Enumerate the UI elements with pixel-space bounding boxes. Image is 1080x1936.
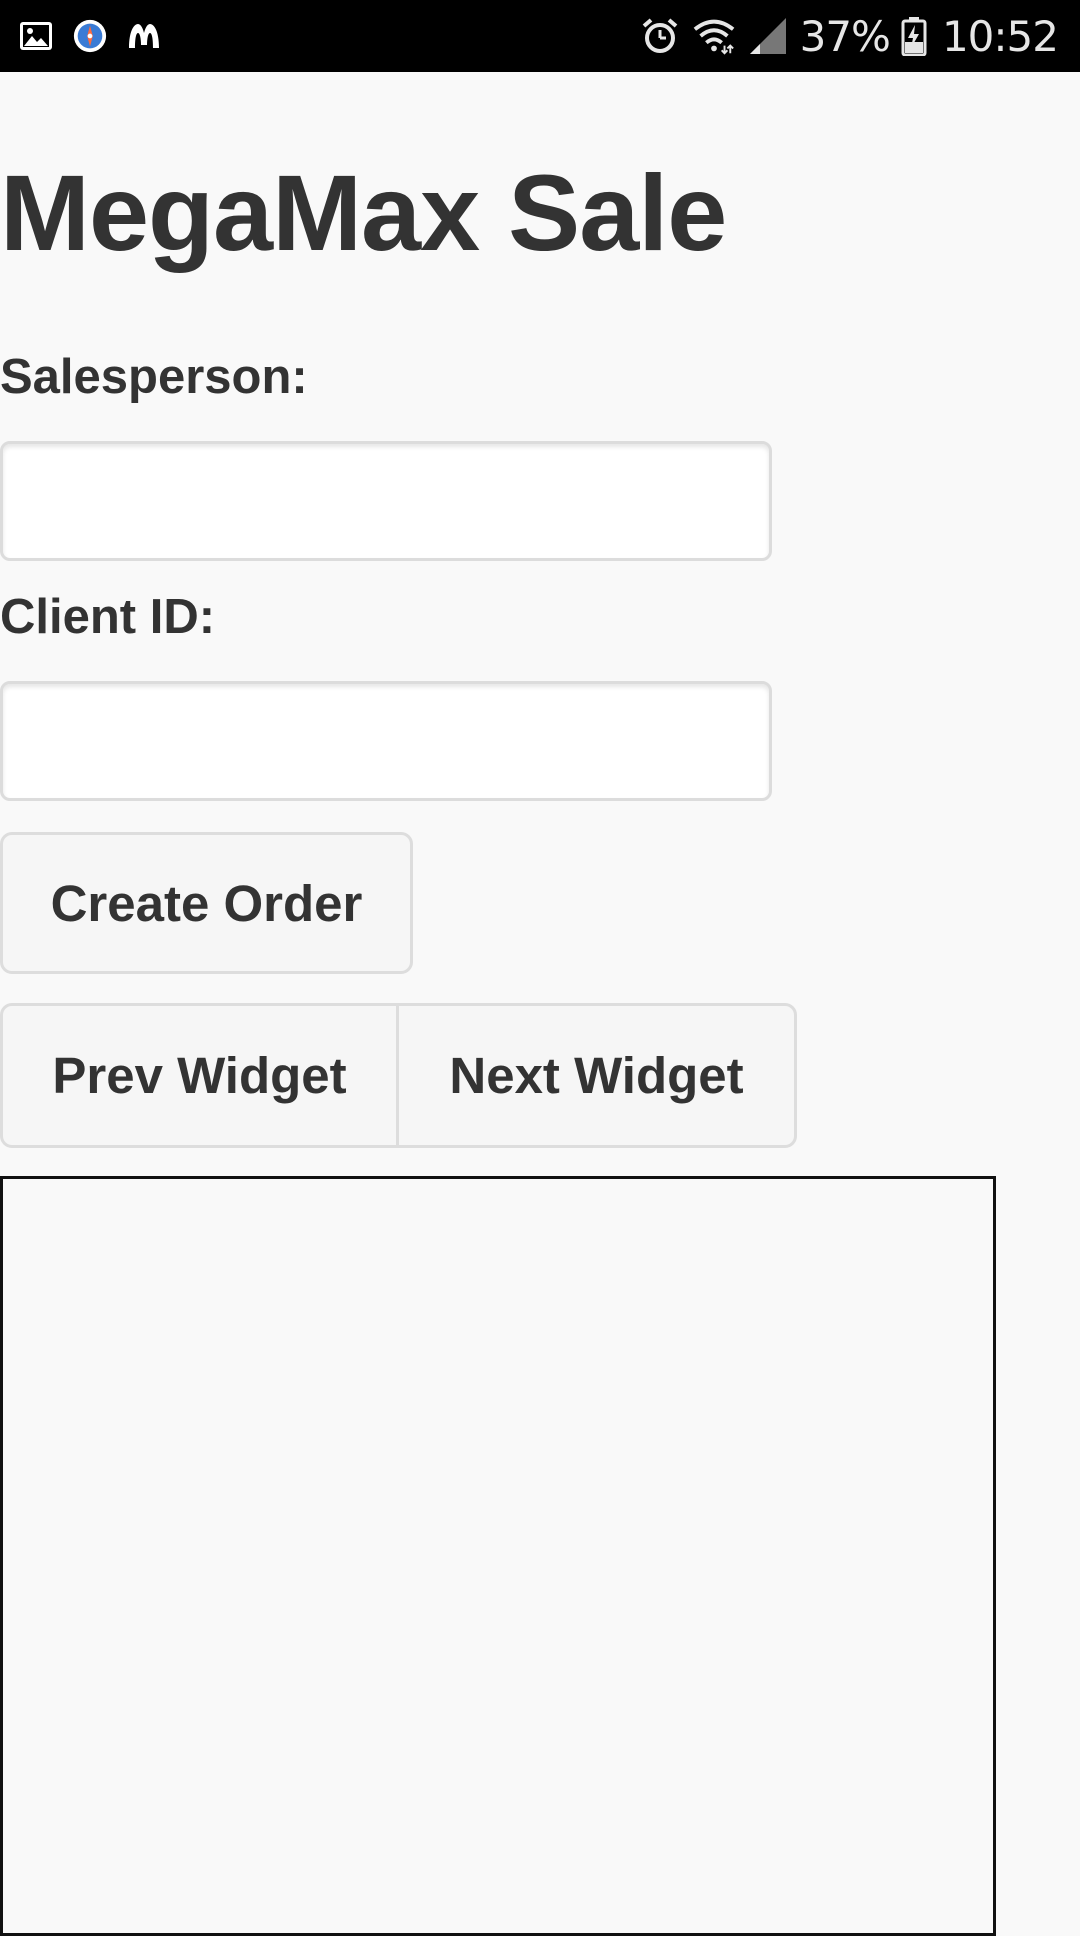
alarm-clock-icon	[638, 14, 682, 58]
wifi-icon	[692, 14, 736, 58]
widget-nav-group: Prev Widget Next Widget	[0, 1003, 797, 1148]
system-status: 37% 10:52	[638, 11, 1059, 61]
create-order-button[interactable]: Create Order	[0, 832, 413, 974]
compass-icon	[72, 18, 108, 54]
salesperson-input[interactable]	[0, 441, 772, 561]
client-id-label: Client ID:	[0, 590, 216, 644]
m-logo-icon	[126, 18, 162, 54]
battery-percent: 37%	[799, 11, 891, 61]
page-title: MegaMax Sale	[0, 152, 727, 273]
notification-icons	[18, 16, 162, 56]
next-widget-button[interactable]: Next Widget	[396, 1003, 797, 1148]
battery-charging-icon	[900, 14, 928, 58]
salesperson-label: Salesperson:	[0, 350, 308, 404]
status-bar: 37% 10:52	[0, 0, 1080, 72]
clock-time: 10:52	[941, 11, 1059, 61]
prev-widget-button[interactable]: Prev Widget	[0, 1003, 399, 1148]
cell-signal-icon	[746, 14, 790, 58]
widget-frame[interactable]	[0, 1176, 996, 1936]
gallery-icon	[18, 18, 54, 54]
client-id-input[interactable]	[0, 681, 772, 801]
